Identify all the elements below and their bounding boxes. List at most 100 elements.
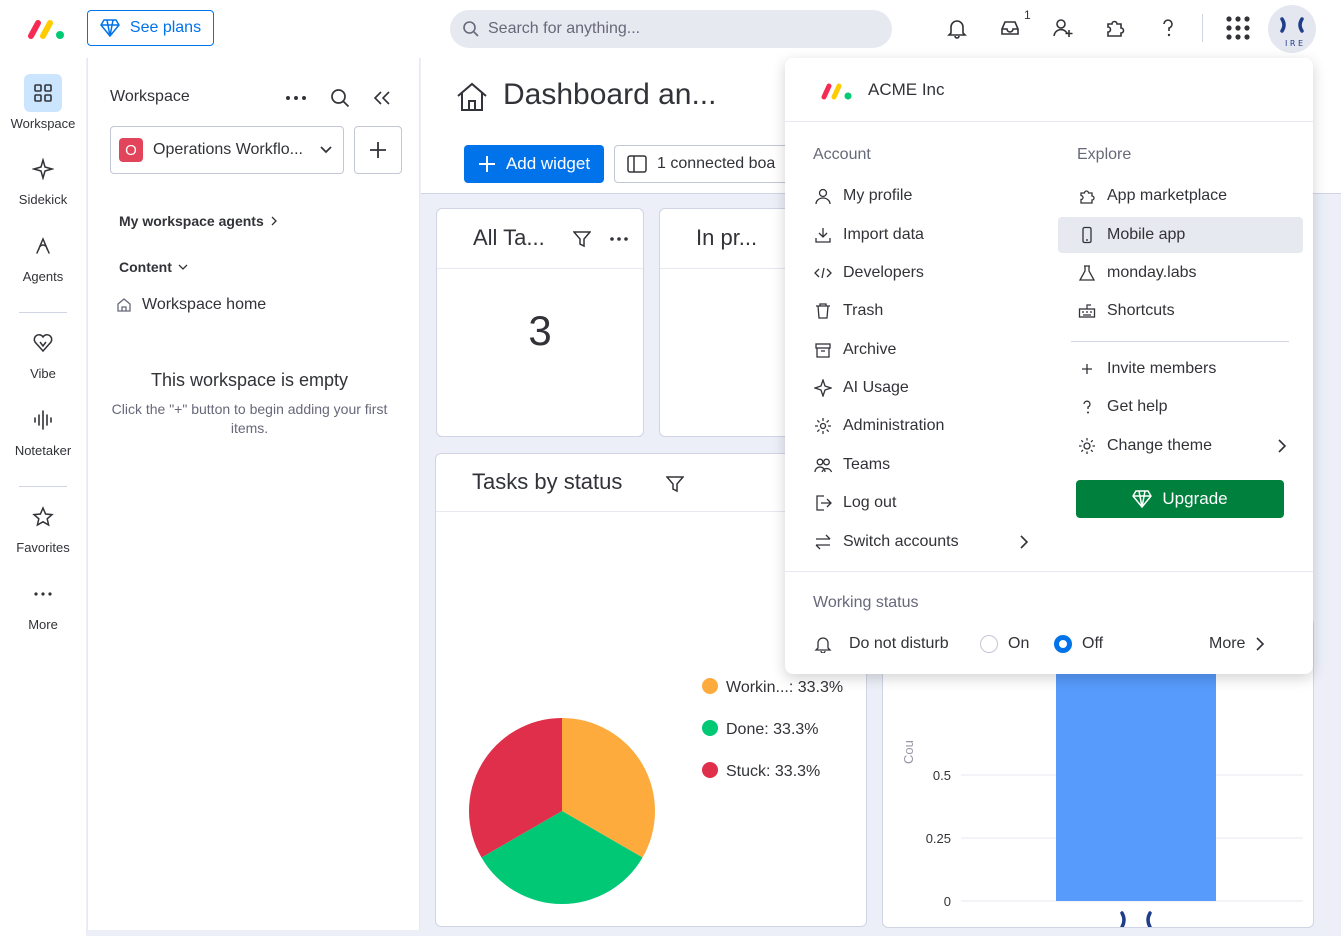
dnd-off-radio[interactable]: Off (1054, 626, 1124, 662)
user-icon (815, 188, 831, 205)
workspace-agents-link[interactable]: My workspace agents (119, 213, 278, 229)
menu-item-change-theme[interactable]: Change theme (1077, 428, 1287, 464)
add-widget-label: Add widget (505, 154, 591, 173)
search-input[interactable]: Search for anything... (450, 10, 892, 48)
invite-button[interactable] (1049, 14, 1077, 42)
menu-item-shortcuts[interactable]: Shortcuts (1077, 293, 1303, 329)
status-more-button[interactable]: More (1209, 626, 1273, 662)
legend-swatch (702, 762, 718, 778)
more-dots-icon[interactable] (609, 236, 629, 242)
menu-item-trash[interactable]: Trash (813, 293, 1053, 329)
add-workspace-item-button[interactable] (354, 126, 402, 174)
rail-item-vibe[interactable]: Vibe (0, 324, 86, 381)
widget-value: 3 (528, 307, 552, 354)
menu-item-developers[interactable]: Developers (813, 255, 1053, 291)
bar (1056, 649, 1216, 901)
plus-icon (370, 142, 386, 158)
workspace-badge: O (119, 138, 143, 162)
menu-item-mobile-app[interactable]: Mobile app (1058, 217, 1303, 253)
menu-item-label: AI Usage (843, 379, 909, 396)
monday-logo[interactable] (28, 18, 66, 40)
upgrade-button[interactable]: Upgrade (1076, 480, 1284, 518)
avatar[interactable]: I R E (1268, 5, 1316, 53)
explore-section-title: Explore (1077, 146, 1132, 163)
chevron-down-icon (178, 264, 188, 270)
workspace-home-link[interactable]: Workspace home (116, 296, 266, 314)
menu-item-label: Archive (843, 341, 897, 358)
menu-item-switch-accounts[interactable]: Switch accounts (813, 524, 1029, 560)
rail-label: Workspace (10, 116, 76, 131)
monday-logo (821, 83, 852, 100)
menu-item-label: monday.labs (1107, 264, 1197, 281)
menu-item-ai-usage[interactable]: AI Usage (813, 370, 1053, 406)
rail-item-more[interactable]: More (0, 575, 86, 632)
switch-icon (815, 534, 831, 550)
add-widget-button[interactable]: Add widget (464, 145, 604, 183)
radio-on-state (1054, 635, 1072, 653)
filter-icon[interactable] (573, 230, 591, 248)
menu-item-archive[interactable]: Archive (813, 332, 1053, 368)
connected-boards-button[interactable]: 1 connected boa (614, 145, 814, 183)
menu-item-app-marketplace[interactable]: App marketplace (1077, 178, 1303, 214)
rail-item-workspace[interactable]: Workspace (0, 74, 86, 131)
workspace-home-label: Workspace home (142, 296, 267, 313)
logout-icon (816, 495, 832, 511)
widget-all-tasks[interactable]: All Ta... 3 (436, 208, 644, 437)
workspace-search-button[interactable] (328, 86, 352, 110)
radio-off-state (980, 635, 998, 653)
menu-item-label: Developers (843, 264, 924, 281)
workspace-options-button[interactable] (284, 86, 308, 110)
rail-label: More (28, 617, 58, 632)
menu-divider (785, 571, 1313, 572)
menu-item-import-data[interactable]: Import data (813, 217, 1053, 253)
menu-item-my-profile[interactable]: My profile (813, 178, 1053, 214)
home-icon (117, 298, 131, 312)
plus-icon (478, 156, 495, 172)
rail-item-notetaker[interactable]: Notetaker (0, 401, 86, 458)
menu-item-label: Teams (843, 456, 891, 473)
menu-item-monday-labs[interactable]: monday.labs (1077, 255, 1303, 291)
menu-item-log-out[interactable]: Log out (813, 485, 1053, 521)
collapse-panel-button[interactable] (370, 86, 394, 110)
chevron-right-icon (1278, 439, 1287, 453)
workspace-selector[interactable]: O Operations Workflo... (110, 126, 344, 174)
heart-icon (33, 334, 53, 353)
do-not-disturb-label: Do not disturb (849, 635, 949, 652)
plus-icon (1082, 364, 1092, 374)
menu-item-invite-members[interactable]: Invite members (1077, 351, 1303, 387)
more-label: More (1209, 635, 1246, 652)
agents-icon (36, 237, 50, 254)
menu-item-administration[interactable]: Administration (813, 408, 1053, 444)
top-bar: See plans Search for anything... 1 I R E (0, 0, 1341, 58)
chevron-right-icon (271, 216, 277, 226)
flask-icon (1078, 265, 1096, 281)
apps-button[interactable] (1101, 14, 1129, 42)
see-plans-button[interactable]: See plans (87, 10, 214, 46)
menu-item-get-help[interactable]: Get help (1077, 389, 1303, 425)
more-dots-icon (286, 96, 306, 100)
dnd-on-label: On (1008, 635, 1030, 652)
help-button[interactable] (1154, 14, 1182, 42)
content-toggle[interactable]: Content (119, 259, 188, 275)
trash-icon (816, 303, 830, 319)
rail-item-agents[interactable]: Agents (0, 227, 86, 284)
menu-item-label: Import data (843, 226, 924, 243)
notifications-button[interactable] (943, 14, 971, 42)
rail-label: Notetaker (14, 443, 72, 458)
rail-item-favorites[interactable]: Favorites (0, 498, 86, 555)
product-switcher-button[interactable] (1224, 14, 1252, 42)
dnd-on-radio[interactable]: On (980, 626, 1046, 662)
inbox-button[interactable] (996, 14, 1024, 42)
legend-label: Stuck: 33.3% (726, 763, 820, 780)
legend-swatch (702, 720, 718, 736)
widget-title: Tasks by status (472, 469, 623, 494)
add-user-icon (1053, 19, 1073, 37)
puzzle-icon (1107, 20, 1125, 37)
menu-item-label: Trash (843, 302, 884, 319)
rail-item-sidekick[interactable]: Sidekick (0, 150, 86, 207)
filter-icon[interactable] (666, 475, 684, 493)
account-section-title: Account (813, 146, 871, 163)
code-icon (814, 267, 832, 279)
chevron-down-icon (320, 146, 332, 154)
menu-item-teams[interactable]: Teams (813, 447, 1053, 483)
